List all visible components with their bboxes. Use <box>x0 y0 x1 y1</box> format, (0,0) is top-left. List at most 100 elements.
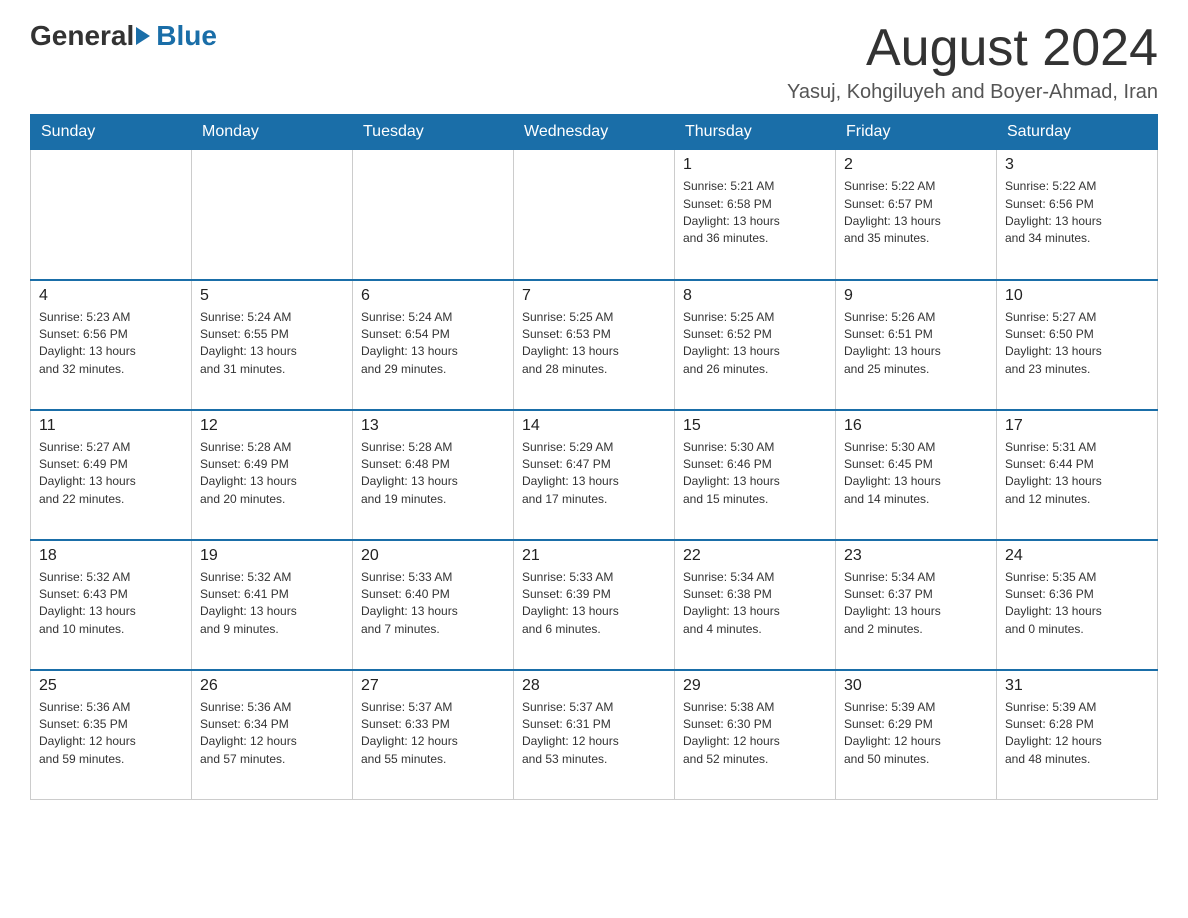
column-header-friday: Friday <box>836 115 997 150</box>
calendar-week-row: 1Sunrise: 5:21 AM Sunset: 6:58 PM Daylig… <box>31 150 1158 280</box>
day-number: 3 <box>1005 156 1149 174</box>
calendar-cell: 10 Sunrise: 5:27 AM Sunset: 6:50 PM Dayli… <box>997 280 1158 410</box>
day-number: 14 <box>522 417 666 435</box>
day-info: Sunrise: 5:25 AM Sunset: 6:53 PM Dayligh… <box>522 309 666 379</box>
calendar-cell: 26 Sunrise: 5:36 AM Sunset: 6:34 PM Dayli… <box>192 670 353 800</box>
calendar-cell: 2 Sunrise: 5:22 AM Sunset: 6:57 PM Daylig… <box>836 150 997 280</box>
day-info: Sunrise: 5:38 AM Sunset: 6:30 PM Dayligh… <box>683 699 827 769</box>
calendar-table: SundayMondayTuesdayWednesdayThursdayFrid… <box>30 114 1158 800</box>
day-number: 2 <box>844 156 988 174</box>
day-info: Sunrise: 5:29 AM Sunset: 6:47 PM Dayligh… <box>522 439 666 509</box>
day-info: Sunrise: 5:25 AM Sunset: 6:52 PM Dayligh… <box>683 309 827 379</box>
calendar-cell: 9 Sunrise: 5:26 AM Sunset: 6:51 PM Daylig… <box>836 280 997 410</box>
day-number: 4 <box>39 287 183 305</box>
calendar-cell: 25Sunrise: 5:36 AM Sunset: 6:35 PM Dayli… <box>31 670 192 800</box>
day-info: Sunrise: 5:27 AM Sunset: 6:50 PM Dayligh… <box>1005 309 1149 379</box>
day-info: Sunrise: 5:35 AM Sunset: 6:36 PM Dayligh… <box>1005 569 1149 639</box>
calendar-cell: 24 Sunrise: 5:35 AM Sunset: 6:36 PM Dayli… <box>997 540 1158 670</box>
calendar-cell: 19 Sunrise: 5:32 AM Sunset: 6:41 PM Dayli… <box>192 540 353 670</box>
day-number: 23 <box>844 547 988 565</box>
day-number: 31 <box>1005 677 1149 695</box>
day-number: 13 <box>361 417 505 435</box>
month-title: August 2024 <box>787 20 1158 77</box>
calendar-cell: 14 Sunrise: 5:29 AM Sunset: 6:47 PM Dayli… <box>514 410 675 540</box>
day-number: 24 <box>1005 547 1149 565</box>
day-number: 1 <box>683 156 827 174</box>
day-info: Sunrise: 5:31 AM Sunset: 6:44 PM Dayligh… <box>1005 439 1149 509</box>
calendar-cell: 15 Sunrise: 5:30 AM Sunset: 6:46 PM Dayli… <box>675 410 836 540</box>
day-info: Sunrise: 5:22 AM Sunset: 6:57 PM Dayligh… <box>844 178 988 248</box>
day-number: 30 <box>844 677 988 695</box>
day-number: 21 <box>522 547 666 565</box>
calendar-cell: 21 Sunrise: 5:33 AM Sunset: 6:39 PM Dayli… <box>514 540 675 670</box>
column-header-wednesday: Wednesday <box>514 115 675 150</box>
day-number: 17 <box>1005 417 1149 435</box>
page-header: General Blue August 2024 Yasuj, Kohgiluy… <box>30 20 1158 104</box>
location-subtitle: Yasuj, Kohgiluyeh and Boyer-Ahmad, Iran <box>787 81 1158 104</box>
day-number: 12 <box>200 417 344 435</box>
calendar-cell: 30 Sunrise: 5:39 AM Sunset: 6:29 PM Dayli… <box>836 670 997 800</box>
calendar-cell <box>31 150 192 280</box>
column-header-thursday: Thursday <box>675 115 836 150</box>
day-info: Sunrise: 5:26 AM Sunset: 6:51 PM Dayligh… <box>844 309 988 379</box>
calendar-cell: 27 Sunrise: 5:37 AM Sunset: 6:33 PM Dayli… <box>353 670 514 800</box>
day-number: 28 <box>522 677 666 695</box>
column-header-monday: Monday <box>192 115 353 150</box>
day-number: 9 <box>844 287 988 305</box>
calendar-week-row: 4Sunrise: 5:23 AM Sunset: 6:56 PM Daylig… <box>31 280 1158 410</box>
calendar-cell: 18Sunrise: 5:32 AM Sunset: 6:43 PM Dayli… <box>31 540 192 670</box>
day-info: Sunrise: 5:39 AM Sunset: 6:28 PM Dayligh… <box>1005 699 1149 769</box>
calendar-cell <box>192 150 353 280</box>
day-info: Sunrise: 5:32 AM Sunset: 6:41 PM Dayligh… <box>200 569 344 639</box>
calendar-cell: 5Sunrise: 5:24 AM Sunset: 6:55 PM Daylig… <box>192 280 353 410</box>
calendar-cell <box>514 150 675 280</box>
day-info: Sunrise: 5:30 AM Sunset: 6:45 PM Dayligh… <box>844 439 988 509</box>
day-info: Sunrise: 5:27 AM Sunset: 6:49 PM Dayligh… <box>39 439 183 509</box>
day-info: Sunrise: 5:22 AM Sunset: 6:56 PM Dayligh… <box>1005 178 1149 248</box>
day-info: Sunrise: 5:34 AM Sunset: 6:37 PM Dayligh… <box>844 569 988 639</box>
column-header-saturday: Saturday <box>997 115 1158 150</box>
column-header-tuesday: Tuesday <box>353 115 514 150</box>
day-number: 5 <box>200 287 344 305</box>
day-number: 19 <box>200 547 344 565</box>
calendar-cell: 17 Sunrise: 5:31 AM Sunset: 6:44 PM Dayli… <box>997 410 1158 540</box>
column-header-sunday: Sunday <box>31 115 192 150</box>
header-right: August 2024 Yasuj, Kohgiluyeh and Boyer-… <box>787 20 1158 104</box>
calendar-cell: 31 Sunrise: 5:39 AM Sunset: 6:28 PM Dayli… <box>997 670 1158 800</box>
day-number: 8 <box>683 287 827 305</box>
day-info: Sunrise: 5:28 AM Sunset: 6:49 PM Dayligh… <box>200 439 344 509</box>
logo: General Blue <box>30 20 217 52</box>
day-number: 10 <box>1005 287 1149 305</box>
day-info: Sunrise: 5:32 AM Sunset: 6:43 PM Dayligh… <box>39 569 183 639</box>
day-number: 22 <box>683 547 827 565</box>
day-info: Sunrise: 5:37 AM Sunset: 6:33 PM Dayligh… <box>361 699 505 769</box>
day-info: Sunrise: 5:33 AM Sunset: 6:39 PM Dayligh… <box>522 569 666 639</box>
day-info: Sunrise: 5:39 AM Sunset: 6:29 PM Dayligh… <box>844 699 988 769</box>
calendar-week-row: 18Sunrise: 5:32 AM Sunset: 6:43 PM Dayli… <box>31 540 1158 670</box>
day-number: 15 <box>683 417 827 435</box>
day-info: Sunrise: 5:36 AM Sunset: 6:34 PM Dayligh… <box>200 699 344 769</box>
calendar-cell: 7Sunrise: 5:25 AM Sunset: 6:53 PM Daylig… <box>514 280 675 410</box>
day-info: Sunrise: 5:30 AM Sunset: 6:46 PM Dayligh… <box>683 439 827 509</box>
day-number: 27 <box>361 677 505 695</box>
calendar-cell: 12 Sunrise: 5:28 AM Sunset: 6:49 PM Dayli… <box>192 410 353 540</box>
day-number: 25 <box>39 677 183 695</box>
calendar-cell: 20Sunrise: 5:33 AM Sunset: 6:40 PM Dayli… <box>353 540 514 670</box>
calendar-cell <box>353 150 514 280</box>
calendar-cell: 8 Sunrise: 5:25 AM Sunset: 6:52 PM Daylig… <box>675 280 836 410</box>
calendar-week-row: 25Sunrise: 5:36 AM Sunset: 6:35 PM Dayli… <box>31 670 1158 800</box>
day-info: Sunrise: 5:37 AM Sunset: 6:31 PM Dayligh… <box>522 699 666 769</box>
logo-general-text: General <box>30 20 134 52</box>
day-number: 6 <box>361 287 505 305</box>
day-number: 11 <box>39 417 183 435</box>
calendar-cell: 4Sunrise: 5:23 AM Sunset: 6:56 PM Daylig… <box>31 280 192 410</box>
day-number: 26 <box>200 677 344 695</box>
day-number: 29 <box>683 677 827 695</box>
calendar-week-row: 11 Sunrise: 5:27 AM Sunset: 6:49 PM Dayli… <box>31 410 1158 540</box>
logo-arrow-icon <box>136 27 150 45</box>
calendar-cell: 1Sunrise: 5:21 AM Sunset: 6:58 PM Daylig… <box>675 150 836 280</box>
calendar-cell: 11 Sunrise: 5:27 AM Sunset: 6:49 PM Dayli… <box>31 410 192 540</box>
calendar-cell: 28 Sunrise: 5:37 AM Sunset: 6:31 PM Dayli… <box>514 670 675 800</box>
day-number: 16 <box>844 417 988 435</box>
calendar-cell: 23 Sunrise: 5:34 AM Sunset: 6:37 PM Dayli… <box>836 540 997 670</box>
